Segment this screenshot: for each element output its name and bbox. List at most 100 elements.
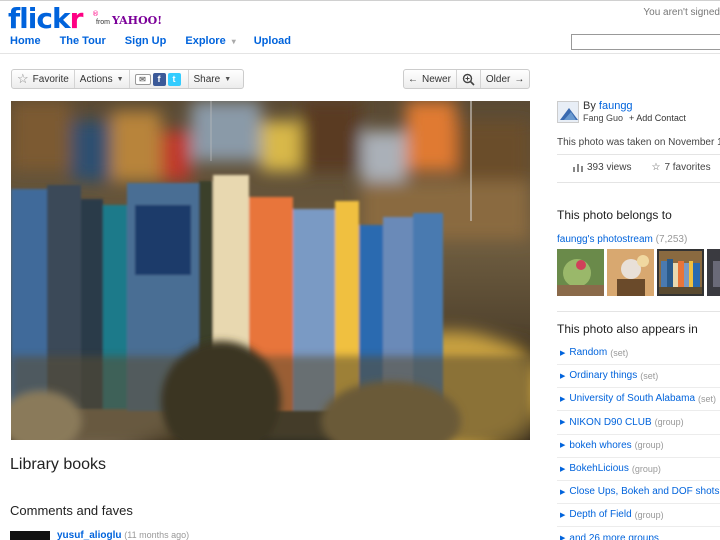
photo-stats: 393 views ☆ 7 favorites (573, 162, 711, 173)
share-button[interactable]: Share ▼ (189, 70, 237, 88)
yahoo-logo: YAHOO! (112, 14, 163, 27)
chevron-down-icon[interactable]: ▾ (232, 37, 236, 46)
bar-chart-icon (573, 164, 583, 172)
triangle-right-icon: ▶ (560, 442, 566, 450)
triangle-right-icon: ▶ (560, 395, 566, 403)
group-item[interactable]: ▶ Random (set) (560, 347, 628, 358)
older-button[interactable]: Older → (481, 70, 529, 88)
nav-home[interactable]: Home (10, 35, 41, 47)
star-icon: ☆ (17, 71, 29, 86)
nav-the-tour[interactable]: The Tour (60, 35, 106, 47)
owner-link[interactable]: faungg (599, 100, 633, 112)
photostream-link-text[interactable]: faungg's photostream (557, 234, 653, 245)
triangle-right-icon: ▶ (560, 372, 566, 380)
group-name[interactable]: University of South Alabama (569, 393, 695, 404)
divider (557, 364, 720, 365)
divider (0, 53, 720, 54)
group-item[interactable]: ▶ NIKON D90 CLUB (group) (560, 417, 684, 428)
divider (557, 154, 720, 155)
from-label: from (96, 19, 110, 26)
divider (557, 433, 720, 435)
actions-button[interactable]: Actions ▼ (75, 70, 130, 88)
owner-line: By faungg (583, 100, 633, 112)
photostream-link: faungg's photostream (7,253) (557, 234, 688, 245)
divider (557, 503, 720, 505)
triangle-right-icon: ▶ (560, 419, 566, 427)
owner-avatar-image (558, 102, 578, 122)
group-type: (group) (634, 509, 664, 520)
comment-author-link[interactable]: yusuf_alioglu (57, 530, 121, 540)
photo-toolbar: ☆ Favorite Actions ▼ ✉ f t Share ▼ (11, 69, 244, 89)
triangle-right-icon: ▶ (560, 488, 566, 496)
triangle-right-icon: ▶ (560, 465, 566, 473)
group-name[interactable]: Depth of Field (569, 509, 631, 520)
group-name[interactable]: and 26 more groups (569, 533, 659, 540)
divider (557, 182, 720, 183)
magnifier-icon (462, 73, 475, 86)
owner-real-name: Fang Guo + Add Contact (583, 113, 686, 123)
favorite-button[interactable]: ☆ Favorite (12, 70, 75, 88)
email-icon[interactable]: ✉ (134, 73, 151, 85)
group-type: (group) (634, 440, 664, 451)
divider (557, 311, 720, 312)
nav-explore[interactable]: Explore (185, 35, 225, 47)
favorites-count[interactable]: 7 favorites (664, 162, 710, 173)
group-item[interactable]: ▶ and 26 more groups (560, 533, 662, 540)
divider (557, 526, 720, 528)
arrow-right-icon: → (514, 73, 525, 85)
thumbnail-figure[interactable] (607, 249, 654, 296)
top-border (0, 0, 720, 1)
main-nav: Home The Tour Sign Up Explore ▾ Upload (10, 35, 310, 47)
group-item[interactable]: ▶ Ordinary things (set) (560, 370, 658, 381)
twitter-icon[interactable]: t (167, 72, 181, 86)
search-input[interactable] (571, 34, 720, 50)
divider (557, 387, 720, 389)
group-name[interactable]: Random (569, 347, 607, 358)
arrow-left-icon: ← (408, 73, 418, 85)
divider (557, 456, 720, 458)
signed-in-status: You aren't signed (643, 7, 720, 18)
group-item[interactable]: ▶Close Ups, Bokeh and DOF shots(group) (560, 486, 720, 497)
nav-upload[interactable]: Upload (254, 35, 291, 47)
comment-time: (11 months ago) (124, 530, 190, 540)
thumbnail-dark[interactable] (707, 249, 720, 296)
thumbnail-cactus[interactable] (557, 249, 604, 296)
belongs-heading: This photo belongs to (557, 208, 672, 222)
group-name[interactable]: Close Ups, Bokeh and DOF shots (569, 486, 719, 497)
triangle-right-icon: ▶ (560, 511, 566, 519)
group-item[interactable]: ▶ University of South Alabama (set) (560, 393, 716, 404)
comments-heading: Comments and faves (10, 503, 133, 518)
zoom-button[interactable] (457, 70, 481, 88)
group-type: (set) (610, 347, 629, 358)
appears-heading: This photo also appears in (557, 322, 698, 336)
main-photo[interactable] (11, 101, 530, 440)
group-item[interactable]: ▶ bokeh whores (group) (560, 440, 664, 451)
group-name[interactable]: NIKON D90 CLUB (569, 417, 651, 428)
taken-date: This photo was taken on November 1... (557, 137, 720, 148)
group-name[interactable]: Ordinary things (569, 370, 637, 381)
group-type: (set) (698, 393, 717, 404)
caret-down-icon: ▼ (116, 75, 124, 83)
views-count: 393 views (587, 162, 632, 173)
newer-button[interactable]: ← Newer (404, 70, 457, 88)
group-name[interactable]: bokeh whores (569, 440, 631, 451)
group-name[interactable]: BokehLicious (569, 463, 628, 474)
avatar[interactable] (10, 531, 50, 540)
photo-image (11, 101, 530, 440)
thumbnail-library-books[interactable] (657, 249, 704, 296)
group-item[interactable]: ▶ BokehLicious (group) (560, 463, 661, 474)
group-type: (set) (640, 370, 659, 381)
comment-author: yusuf_alioglu (11 months ago) (57, 530, 189, 540)
add-contact-link[interactable]: + Add Contact (629, 113, 686, 123)
group-type: (group) (631, 463, 661, 474)
group-item[interactable]: ▶ Depth of Field (group) (560, 509, 664, 520)
share-icons: ✉ f t (130, 70, 189, 88)
triangle-right-icon: ▶ (560, 349, 566, 357)
nav-sign-up[interactable]: Sign Up (125, 35, 167, 47)
photo-title: Library books (10, 456, 107, 473)
triangle-right-icon: ▶ (560, 535, 566, 540)
facebook-icon[interactable]: f (152, 72, 166, 86)
photostream-thumbnails (557, 249, 720, 296)
owner-avatar[interactable] (557, 101, 579, 123)
flickr-logo[interactable]: flickr ® (8, 2, 99, 35)
